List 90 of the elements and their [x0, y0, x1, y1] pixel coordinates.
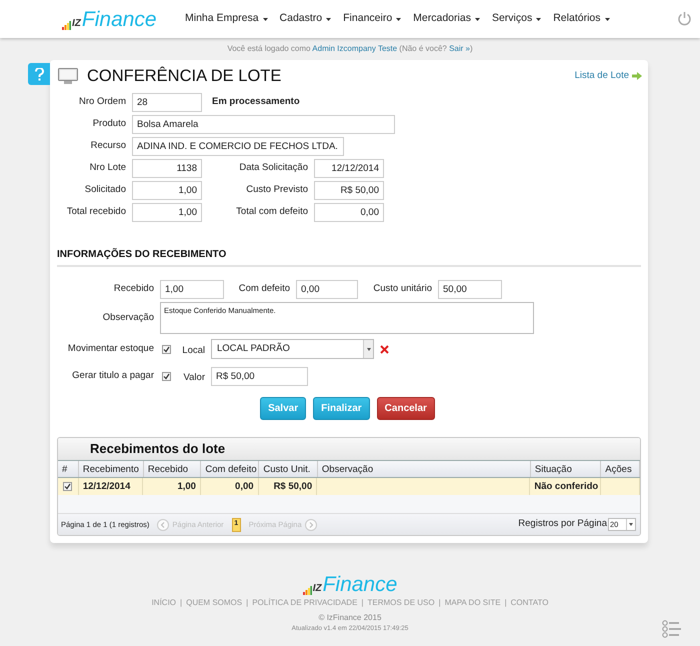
logout-link[interactable]: Sair » — [449, 44, 470, 53]
separator: | — [246, 597, 248, 609]
field-label: Com defeito — [238, 282, 290, 296]
separator: | — [180, 597, 182, 609]
input-field[interactable]: 0,00 — [296, 280, 358, 299]
page-title: CONFERÊNCIA DE LOTE — [87, 66, 282, 87]
column-header[interactable]: Recebimento — [78, 461, 144, 477]
field-label: Nro Ordem — [78, 95, 126, 110]
logo-mark: IZ — [72, 18, 81, 28]
field-label: Local — [182, 345, 205, 356]
menu-item[interactable]: Financeiro — [343, 11, 402, 27]
input-field[interactable]: R$ 50,00 — [314, 181, 384, 200]
table-cell: R$ 50,00 — [258, 478, 318, 495]
checkbox[interactable] — [162, 372, 171, 380]
logo-text: Finance — [82, 8, 157, 30]
field-label: Recebido — [112, 282, 154, 296]
field-label: Recurso — [90, 139, 126, 154]
input-field[interactable]: 12/12/2014 — [314, 159, 384, 178]
separator: | — [504, 597, 507, 609]
field-label: Custo unitário — [372, 282, 432, 296]
question-mark-icon — [34, 68, 44, 80]
grid-title: Recebimentos do lote — [90, 440, 226, 458]
per-page-label: Registros por Página — [518, 517, 607, 532]
menu-item[interactable]: Minha Empresa — [185, 11, 268, 27]
location-select[interactable]: LOCAL PADRÃO — [211, 339, 374, 359]
caret-icon — [604, 18, 610, 20]
menu-item[interactable]: Cadastro — [280, 11, 332, 27]
bars-icon — [302, 586, 312, 595]
field-label: Solicitado — [84, 183, 126, 198]
checkbox[interactable] — [162, 344, 171, 354]
column-header[interactable]: # — [58, 461, 79, 477]
status-text: Em processamento — [212, 95, 300, 110]
column-header[interactable]: Com defeito — [201, 461, 260, 477]
field-label: Total com defeito — [235, 205, 308, 220]
field-label: Produto — [92, 117, 126, 132]
table-cell: 12/12/2014 — [78, 478, 144, 495]
field-label: Movimentar estoque — [66, 342, 154, 356]
input-field[interactable]: ADINA IND. E COMERCIO DE FECHOS LTDA. — [132, 137, 344, 156]
table-cell: 0,00 — [200, 478, 259, 495]
table-cell: Não conferido — [530, 478, 602, 495]
field-label: Total recebido — [66, 205, 126, 220]
column-header[interactable]: Ações — [601, 461, 640, 477]
menu-item[interactable]: Mercadorias — [413, 11, 480, 27]
field-label: Custo Previsto — [245, 183, 308, 198]
menu-item[interactable]: Serviços — [492, 11, 542, 27]
input-field[interactable]: 0,00 — [314, 203, 384, 222]
caret-icon — [262, 18, 268, 20]
checkbox[interactable] — [63, 482, 72, 491]
list-link[interactable]: Lista de Lote — [574, 68, 642, 84]
logo-text: Finance — [322, 574, 398, 595]
input-field[interactable]: 28 — [132, 93, 202, 112]
copyright-text: © IzFinance 2015 — [318, 612, 382, 624]
table-cell: 1,00 — [143, 478, 201, 495]
field-label: Observação — [102, 310, 154, 325]
separator: | — [361, 597, 364, 609]
input-field[interactable]: 50,00 — [438, 280, 502, 299]
list-icon[interactable] — [662, 620, 682, 638]
input-field[interactable]: 1,00 — [132, 203, 202, 222]
field-label: Data Solicitação — [238, 161, 308, 176]
caret-icon — [474, 18, 480, 20]
input-field[interactable]: Bolsa Amarela — [132, 115, 395, 134]
field-label: Valor — [184, 372, 205, 383]
column-header[interactable]: Observação — [318, 461, 531, 477]
clear-icon[interactable] — [380, 344, 389, 354]
input-field[interactable]: 1138 — [132, 159, 202, 178]
field-label: Gerar titulo a pagar — [71, 368, 154, 383]
separator: | — [438, 597, 441, 609]
caret-icon — [536, 18, 542, 20]
caret-icon — [629, 523, 633, 526]
chevron-left-icon — [157, 518, 170, 530]
cancel-button[interactable]: Cancelar — [376, 397, 435, 420]
monitor-icon — [58, 68, 78, 84]
logo-mark: IZ — [312, 584, 322, 594]
caret-icon — [366, 348, 370, 350]
field-label: Nro Lote — [88, 161, 126, 176]
caret-icon — [326, 18, 332, 20]
column-header[interactable]: Custo Unit. — [259, 461, 318, 477]
section-title: INFORMAÇÕES DO RECEBIMENTO — [57, 247, 228, 262]
menu-item[interactable]: Relatórios — [553, 11, 610, 27]
input-field[interactable]: 1,00 — [160, 280, 224, 299]
caret-icon — [396, 18, 402, 20]
user-link[interactable]: Admin Izcompany Teste — [312, 44, 398, 53]
input-field[interactable]: R$ 50,00 — [211, 366, 308, 386]
input-field[interactable]: 1,00 — [132, 181, 202, 200]
arrow-right-icon — [632, 72, 642, 80]
login-notice: Você está logado como Admin Izcompany Teste (Não é você? Sair ») — [227, 43, 473, 55]
column-header[interactable]: Situação — [530, 461, 602, 477]
bars-icon — [62, 20, 71, 30]
chevron-right-icon — [304, 518, 317, 530]
column-header[interactable]: Recebido — [144, 461, 202, 477]
